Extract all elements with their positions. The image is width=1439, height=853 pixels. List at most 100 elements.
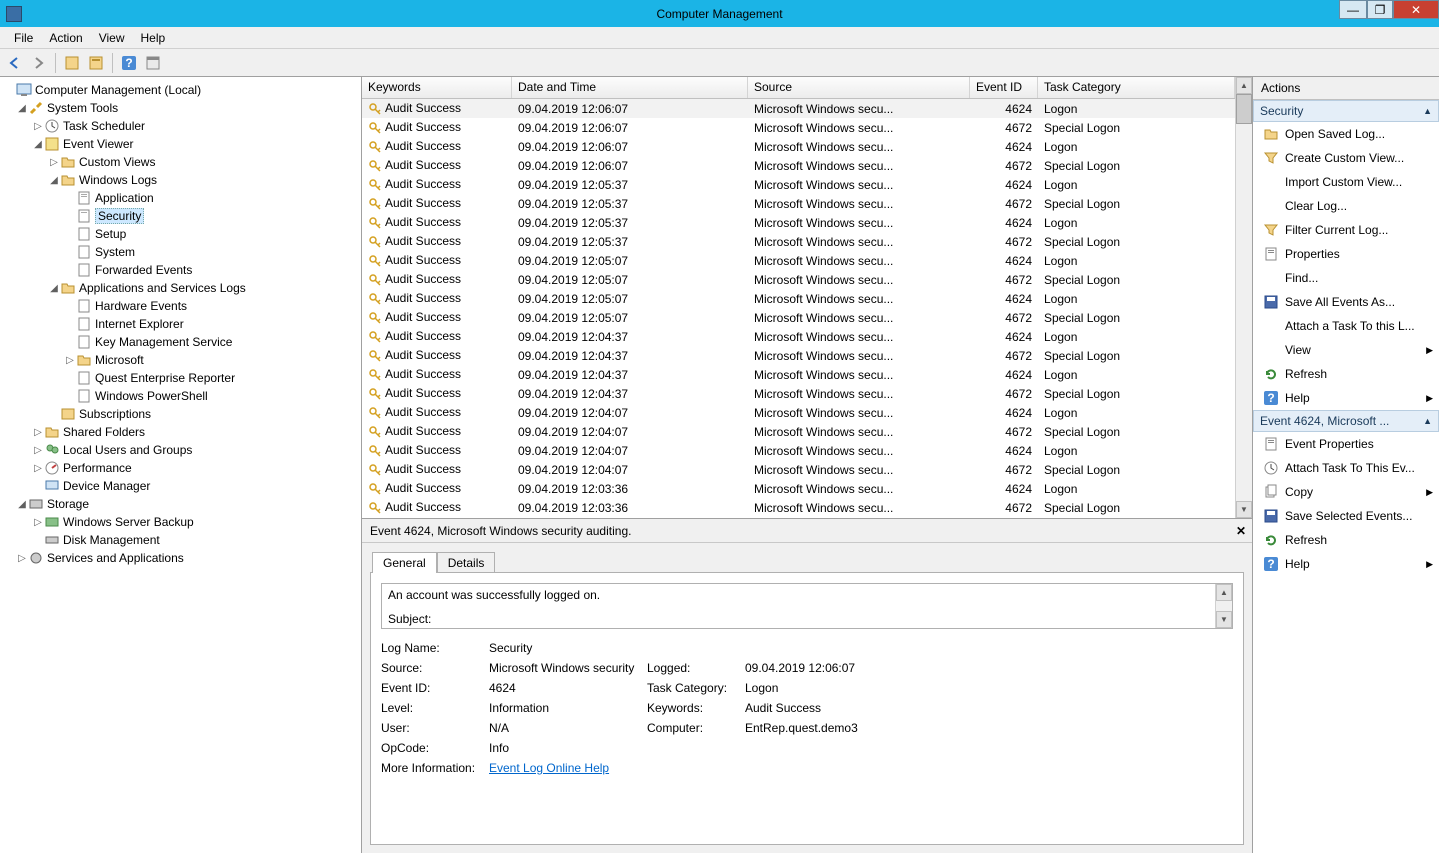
- action-item[interactable]: Find...: [1253, 266, 1439, 290]
- expander-icon[interactable]: ▷: [32, 517, 44, 528]
- tree-shared-folders[interactable]: ▷Shared Folders: [0, 423, 361, 441]
- table-scrollbar[interactable]: ▲ ▼: [1235, 77, 1252, 518]
- action-item[interactable]: Refresh: [1253, 362, 1439, 386]
- action-item[interactable]: Filter Current Log...: [1253, 218, 1439, 242]
- table-row[interactable]: Audit Success09.04.2019 12:04:37Microsof…: [362, 346, 1235, 365]
- expander-icon[interactable]: ▷: [32, 445, 44, 456]
- table-row[interactable]: Audit Success09.04.2019 12:05:07Microsof…: [362, 270, 1235, 289]
- desc-scrollbar[interactable]: ▲ ▼: [1215, 584, 1232, 628]
- tree-root[interactable]: Computer Management (Local): [0, 81, 361, 99]
- action-item[interactable]: Import Custom View...: [1253, 170, 1439, 194]
- scroll-down-icon[interactable]: ▼: [1236, 501, 1252, 518]
- expander-icon[interactable]: ▷: [16, 553, 28, 564]
- minimize-button[interactable]: —: [1339, 0, 1367, 19]
- expander-icon[interactable]: ▷: [32, 427, 44, 438]
- menu-view[interactable]: View: [91, 29, 133, 47]
- table-row[interactable]: Audit Success09.04.2019 12:05:37Microsof…: [362, 194, 1235, 213]
- action-item[interactable]: Create Custom View...: [1253, 146, 1439, 170]
- table-row[interactable]: Audit Success09.04.2019 12:06:07Microsof…: [362, 118, 1235, 137]
- action-item[interactable]: View▶: [1253, 338, 1439, 362]
- table-row[interactable]: Audit Success09.04.2019 12:04:07Microsof…: [362, 403, 1235, 422]
- expander-icon[interactable]: ▷: [64, 355, 76, 366]
- table-row[interactable]: Audit Success09.04.2019 12:04:37Microsof…: [362, 365, 1235, 384]
- actions-section-security[interactable]: Security▲: [1253, 100, 1439, 122]
- table-row[interactable]: Audit Success09.04.2019 12:04:37Microsof…: [362, 384, 1235, 403]
- nav-back-button[interactable]: [4, 52, 26, 74]
- close-button[interactable]: ✕: [1393, 0, 1439, 19]
- tree-application[interactable]: Application: [0, 189, 361, 207]
- expander-icon[interactable]: ◢: [48, 283, 60, 294]
- tree-ie[interactable]: Internet Explorer: [0, 315, 361, 333]
- table-row[interactable]: Audit Success09.04.2019 12:05:07Microsof…: [362, 251, 1235, 270]
- detail-close-button[interactable]: ✕: [1236, 524, 1246, 538]
- nav-forward-button[interactable]: [28, 52, 50, 74]
- tree-custom-views[interactable]: ▷ Custom Views: [0, 153, 361, 171]
- scroll-up-icon[interactable]: ▲: [1236, 77, 1252, 94]
- tree-microsoft[interactable]: ▷Microsoft: [0, 351, 361, 369]
- expander-icon[interactable]: ▷: [48, 157, 60, 168]
- action-item[interactable]: Save All Events As...: [1253, 290, 1439, 314]
- tree-disk-mgmt[interactable]: Disk Management: [0, 531, 361, 549]
- actions-section-event[interactable]: Event 4624, Microsoft ...▲: [1253, 410, 1439, 432]
- scroll-up-icon[interactable]: ▲: [1216, 584, 1232, 601]
- tree-quest[interactable]: Quest Enterprise Reporter: [0, 369, 361, 387]
- toolbar-btn-4[interactable]: [142, 52, 164, 74]
- toolbar-help-button[interactable]: ?: [118, 52, 140, 74]
- tree-windows-logs[interactable]: ◢ Windows Logs: [0, 171, 361, 189]
- action-item[interactable]: Event Properties: [1253, 432, 1439, 456]
- col-taskcat[interactable]: Task Category: [1038, 77, 1235, 98]
- event-table[interactable]: Keywords Date and Time Source Event ID T…: [362, 77, 1235, 518]
- table-row[interactable]: Audit Success09.04.2019 12:04:37Microsof…: [362, 327, 1235, 346]
- table-row[interactable]: Audit Success09.04.2019 12:04:07Microsof…: [362, 422, 1235, 441]
- tree-performance[interactable]: ▷Performance: [0, 459, 361, 477]
- tree-kms[interactable]: Key Management Service: [0, 333, 361, 351]
- tree-system[interactable]: System: [0, 243, 361, 261]
- tree-powershell[interactable]: Windows PowerShell: [0, 387, 361, 405]
- action-item[interactable]: ?Help▶: [1253, 386, 1439, 410]
- table-row[interactable]: Audit Success09.04.2019 12:05:37Microsof…: [362, 213, 1235, 232]
- expander-icon[interactable]: ▷: [32, 463, 44, 474]
- col-datetime[interactable]: Date and Time: [512, 77, 748, 98]
- maximize-button[interactable]: ❐: [1367, 0, 1393, 19]
- table-row[interactable]: Audit Success09.04.2019 12:05:07Microsof…: [362, 289, 1235, 308]
- action-item[interactable]: ?Help▶: [1253, 552, 1439, 576]
- table-row[interactable]: Audit Success09.04.2019 12:04:07Microsof…: [362, 460, 1235, 479]
- tree-services-apps[interactable]: ▷Services and Applications: [0, 549, 361, 567]
- action-item[interactable]: Save Selected Events...: [1253, 504, 1439, 528]
- tree-system-tools[interactable]: ◢ System Tools: [0, 99, 361, 117]
- tree-subscriptions[interactable]: Subscriptions: [0, 405, 361, 423]
- tree-forwarded[interactable]: Forwarded Events: [0, 261, 361, 279]
- action-item[interactable]: Copy▶: [1253, 480, 1439, 504]
- action-item[interactable]: Attach a Task To this L...: [1253, 314, 1439, 338]
- action-item[interactable]: Refresh: [1253, 528, 1439, 552]
- tree-pane[interactable]: Computer Management (Local) ◢ System Too…: [0, 77, 362, 853]
- online-help-link[interactable]: Event Log Online Help: [489, 761, 609, 775]
- action-item[interactable]: Attach Task To This Ev...: [1253, 456, 1439, 480]
- expander-icon[interactable]: ◢: [16, 103, 28, 114]
- tree-app-svc-logs[interactable]: ◢ Applications and Services Logs: [0, 279, 361, 297]
- expander-icon[interactable]: ◢: [48, 175, 60, 186]
- menu-help[interactable]: Help: [133, 29, 174, 47]
- col-eventid[interactable]: Event ID: [970, 77, 1038, 98]
- toolbar-btn-1[interactable]: [61, 52, 83, 74]
- menu-file[interactable]: File: [6, 29, 41, 47]
- tree-device-manager[interactable]: Device Manager: [0, 477, 361, 495]
- tree-event-viewer[interactable]: ◢ Event Viewer: [0, 135, 361, 153]
- table-row[interactable]: Audit Success09.04.2019 12:05:37Microsof…: [362, 232, 1235, 251]
- tree-security[interactable]: Security: [0, 207, 361, 225]
- col-source[interactable]: Source: [748, 77, 970, 98]
- scroll-down-icon[interactable]: ▼: [1216, 611, 1232, 628]
- toolbar-btn-2[interactable]: [85, 52, 107, 74]
- tab-general[interactable]: General: [372, 552, 437, 573]
- menu-action[interactable]: Action: [41, 29, 90, 47]
- table-row[interactable]: Audit Success09.04.2019 12:06:07Microsof…: [362, 156, 1235, 175]
- scroll-thumb[interactable]: [1236, 94, 1252, 124]
- table-row[interactable]: Audit Success09.04.2019 12:04:07Microsof…: [362, 441, 1235, 460]
- tab-details[interactable]: Details: [437, 552, 496, 573]
- table-row[interactable]: Audit Success09.04.2019 12:05:37Microsof…: [362, 175, 1235, 194]
- table-row[interactable]: Audit Success09.04.2019 12:06:07Microsof…: [362, 137, 1235, 156]
- collapse-icon[interactable]: ▲: [1423, 106, 1432, 116]
- action-item[interactable]: Properties: [1253, 242, 1439, 266]
- table-row[interactable]: Audit Success09.04.2019 12:06:07Microsof…: [362, 99, 1235, 118]
- expander-icon[interactable]: ◢: [32, 139, 44, 150]
